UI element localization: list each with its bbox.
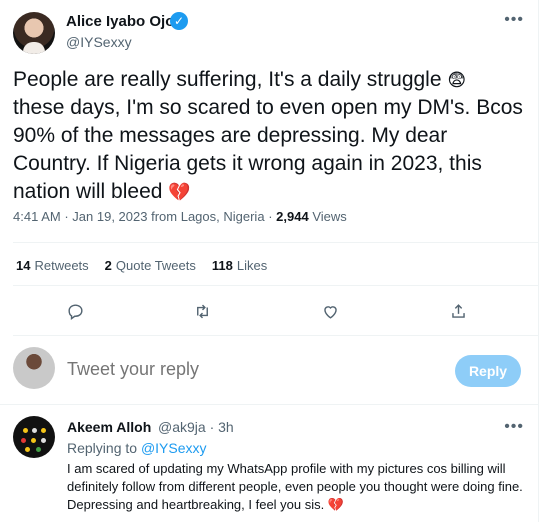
tweet-detail: Alice Iyabo Ojo ✓ @IYSexxy ••• People ar… <box>0 0 539 522</box>
reply-more-options-icon[interactable]: ••• <box>504 418 524 436</box>
likes-stat[interactable]: 118 Likes <box>212 258 267 273</box>
tweet-meta: 4:41 AM · Jan 19, 2023 from Lagos, Niger… <box>13 209 347 224</box>
user-avatar[interactable] <box>13 347 55 389</box>
tweet-text-line-1: People are really suffering, It's a dail… <box>13 68 442 91</box>
author-handle[interactable]: @IYSexxy <box>66 34 132 50</box>
likes-label: Likes <box>236 258 268 273</box>
replier-name[interactable]: Akeem Alloh <box>67 419 151 435</box>
tweet-time[interactable]: 4:41 AM <box>13 209 61 224</box>
reply-text-body: I am scared of updating my WhatsApp prof… <box>67 461 523 512</box>
reply-time[interactable]: 3h <box>218 419 234 435</box>
replier-avatar[interactable] <box>13 416 55 458</box>
author-name[interactable]: Alice Iyabo Ojo <box>66 13 174 30</box>
more-options-icon[interactable]: ••• <box>504 11 524 29</box>
likes-count: 118 <box>211 258 233 273</box>
reply-text: I am scared of updating my WhatsApp prof… <box>67 460 529 514</box>
quotes-label: Quote Tweets <box>115 258 196 273</box>
reply-input[interactable] <box>67 359 427 380</box>
replying-prefix: Replying to <box>67 440 138 456</box>
tweet-stats: 14 Retweets 2 Quote Tweets 118 Likes <box>16 258 283 273</box>
broken-heart-emoji-icon: 💔 <box>168 182 191 202</box>
tweet-location: from Lagos, Nigeria <box>151 209 265 224</box>
replying-to-link[interactable]: @IYSexxy <box>141 440 207 456</box>
tweet-text: People are really suffering, It's a dail… <box>13 66 528 206</box>
divider <box>0 404 538 405</box>
retweets-stat[interactable]: 14 Retweets <box>16 258 89 273</box>
reply-separator: · <box>209 419 215 435</box>
retweets-count: 14 <box>16 258 31 273</box>
quotes-stat[interactable]: 2 Quote Tweets <box>105 258 196 273</box>
replier-handle-time: @ak9ja · 3h <box>158 419 234 435</box>
replying-to: Replying to @IYSexxy <box>67 440 207 456</box>
reply-icon[interactable] <box>60 296 90 326</box>
meta-separator: · <box>268 209 273 224</box>
quotes-count: 2 <box>104 258 112 273</box>
retweets-label: Retweets <box>34 258 89 273</box>
replier-handle[interactable]: @ak9ja <box>158 419 206 435</box>
tweet-date[interactable]: Jan 19, 2023 <box>72 209 147 224</box>
meta-separator: · <box>64 209 69 224</box>
divider <box>13 242 538 243</box>
retweet-icon[interactable] <box>187 296 217 326</box>
heart-icon[interactable] <box>315 296 345 326</box>
divider <box>13 285 538 286</box>
views-label: Views <box>312 209 347 224</box>
share-icon[interactable] <box>443 296 473 326</box>
fearful-face-emoji-icon: 😨 <box>447 70 467 90</box>
reply-button[interactable]: Reply <box>455 355 521 387</box>
tweet-text-body: these days, I'm so scared to even open m… <box>13 96 523 203</box>
views-count: 2,944 <box>276 209 309 224</box>
author-avatar[interactable] <box>13 12 55 54</box>
verified-badge-icon: ✓ <box>170 12 188 30</box>
divider <box>13 335 538 336</box>
tweet-actions <box>0 296 538 326</box>
reply-broken-heart-emoji-icon: 💔 <box>327 497 345 512</box>
